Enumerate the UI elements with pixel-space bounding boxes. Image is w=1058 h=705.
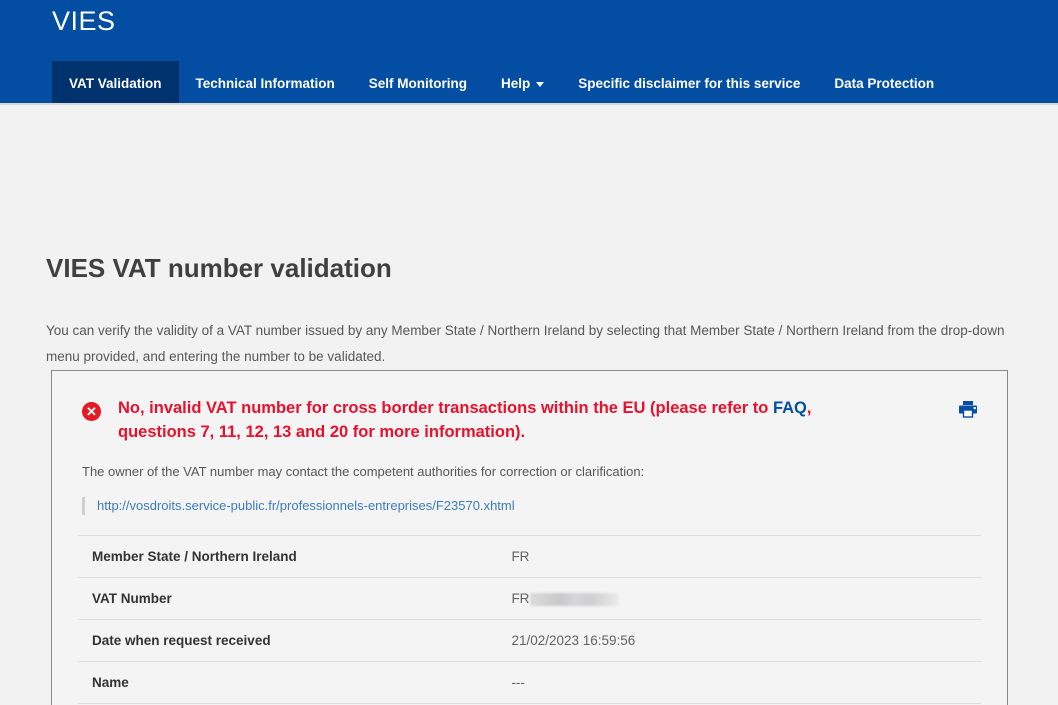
detail-label: Name	[92, 675, 129, 690]
detail-value-text: ---	[511, 675, 525, 690]
table-row: Name ---	[78, 662, 981, 704]
owner-note-text: The owner of the VAT number may contact …	[82, 464, 645, 479]
authority-url-link[interactable]: http://vosdroits.service-public.fr/profe…	[97, 498, 515, 513]
error-circle-icon: ✕	[82, 402, 101, 421]
detail-label: Date when request received	[92, 633, 271, 648]
redacted-value-block	[530, 592, 619, 606]
site-brand-vies: VIES	[52, 6, 116, 36]
detail-value: FR	[511, 578, 981, 620]
page-body: VIES VAT number validation You can verif…	[0, 105, 1058, 705]
detail-value-text: FR	[511, 591, 530, 606]
nav-item-help[interactable]: Help	[484, 61, 561, 105]
detail-value-text: 21/02/2023 16:59:56	[511, 633, 636, 648]
nav-item-data-protection[interactable]: Data Protection	[817, 61, 951, 105]
printer-icon[interactable]	[957, 400, 979, 420]
detail-value-text: FR	[511, 549, 530, 564]
page-intro-text: You can verify the validity of a VAT num…	[46, 322, 1005, 364]
validation-result-card: ✕ No, invalid VAT number for cross borde…	[51, 370, 1008, 705]
nav-item-self-monitoring[interactable]: Self Monitoring	[352, 61, 484, 105]
nav-item-label: Self Monitoring	[368, 75, 468, 91]
nav-item-specific-disclaimer-for-this-service[interactable]: Specific disclaimer for this service	[561, 61, 817, 105]
site-header: VIES VAT Validation Technical Information…	[0, 0, 1058, 105]
detail-label: Member State / Northern Ireland	[92, 549, 297, 564]
error-message-prefix: No, invalid VAT number for cross border …	[118, 399, 773, 417]
validation-details-table: Member State / Northern Ireland FR VAT Num…	[78, 535, 981, 705]
table-row: Date when request received 21/02/2023 16:…	[78, 620, 981, 662]
detail-value: ---	[511, 662, 981, 704]
chevron-down-icon	[536, 81, 545, 87]
nav-item-label: Data Protection	[834, 75, 935, 91]
detail-value: 21/02/2023 16:59:56	[511, 620, 981, 662]
faq-link[interactable]: FAQ	[773, 399, 807, 417]
error-message-text: No, invalid VAT number for cross border …	[118, 396, 977, 444]
authority-url-quote: http://vosdroits.service-public.fr/profe…	[82, 497, 977, 515]
nav-item-label: Help	[501, 75, 531, 91]
main-navigation: VAT Validation Technical Information Self …	[52, 61, 951, 105]
nav-item-label: Technical Information	[195, 75, 335, 91]
nav-item-technical-information[interactable]: Technical Information	[179, 61, 352, 105]
page-title: VIES VAT number validation	[46, 253, 392, 284]
table-row: VAT Number FR	[78, 578, 981, 620]
nav-item-label: VAT Validation	[69, 75, 162, 91]
nav-item-vat-validation[interactable]: VAT Validation	[52, 61, 179, 105]
error-message-row: ✕ No, invalid VAT number for cross borde…	[82, 396, 977, 444]
nav-item-label: Specific disclaimer for this service	[578, 75, 801, 91]
table-row: Member State / Northern Ireland FR	[78, 535, 981, 578]
detail-label: VAT Number	[92, 591, 172, 606]
detail-value: FR	[511, 536, 981, 578]
